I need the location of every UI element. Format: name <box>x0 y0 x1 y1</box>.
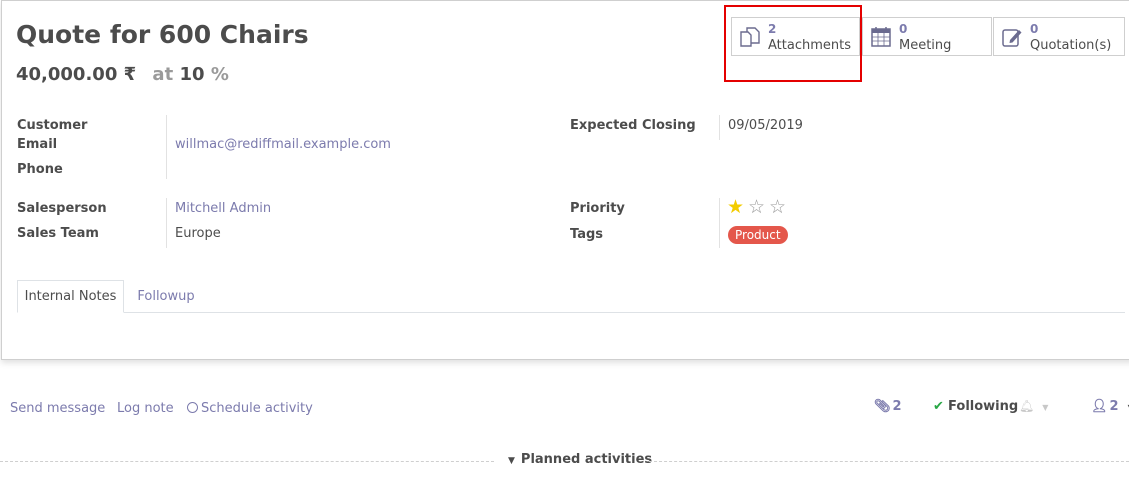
send-message-button[interactable]: Send message <box>10 401 105 416</box>
followers-button[interactable]: 👤︎2▼ <box>1091 399 1129 414</box>
revenue-amount: 40,000.00 ₹ <box>16 64 137 85</box>
meeting-count: 0 <box>899 22 908 36</box>
bell-icon: 🔔︎ <box>1019 399 1035 413</box>
attachment-counter-button[interactable]: 📎︎ 2 <box>874 399 902 414</box>
tab-followup[interactable]: Followup <box>126 280 206 313</box>
expected-closing-label: Expected Closing <box>570 118 696 133</box>
salesperson-value[interactable]: Mitchell Admin <box>175 201 271 216</box>
customer-label: Customer <box>17 118 88 133</box>
notification-bell-button[interactable]: 🔔︎ ▼ <box>1019 399 1048 413</box>
quotations-count: 0 <box>1030 22 1039 36</box>
schedule-activity-button[interactable]: Schedule activity <box>187 401 313 416</box>
field-divider <box>166 115 167 179</box>
caret-down-icon: ▼ <box>508 456 515 466</box>
following-button[interactable]: ✔ Following <box>933 399 1018 414</box>
check-icon: ✔ <box>933 399 944 414</box>
phone-label: Phone <box>17 162 63 177</box>
schedule-activity-label: Schedule activity <box>201 401 313 416</box>
tab-internal-notes[interactable]: Internal Notes <box>17 280 124 313</box>
planned-activities-label: Planned activities <box>520 452 653 467</box>
follower-count: 2 <box>1109 399 1119 414</box>
probability-value[interactable]: 10 <box>179 64 204 85</box>
page-title: Quote for 600 Chairs <box>16 20 309 49</box>
expected-revenue: 40,000.00 ₹ at 10 % <box>16 64 229 85</box>
following-label: Following <box>948 399 1019 414</box>
attachments-count: 2 <box>768 22 777 36</box>
field-divider <box>719 198 720 248</box>
meeting-button[interactable]: 0 Meeting <box>862 17 992 56</box>
log-note-button[interactable]: Log note <box>117 401 174 416</box>
attachments-label: Attachments <box>768 38 851 53</box>
field-divider <box>719 115 720 140</box>
meeting-label: Meeting <box>899 38 952 53</box>
calendar-icon <box>869 25 893 49</box>
percent-sign: % <box>210 64 229 85</box>
field-divider <box>166 198 167 248</box>
sales-team-value[interactable]: Europe <box>175 226 221 241</box>
quotations-button[interactable]: 0 Quotation(s) <box>993 17 1125 56</box>
divider-line <box>0 461 494 462</box>
priority-star-2-icon[interactable]: ☆ <box>748 198 765 217</box>
files-icon <box>738 25 762 49</box>
priority-label: Priority <box>570 201 625 216</box>
chevron-down-icon: ▼ <box>1042 403 1049 412</box>
tag-badge[interactable]: Product <box>728 226 788 244</box>
planned-activities-toggle[interactable]: ▼ Planned activities <box>508 452 652 467</box>
email-value[interactable]: willmac@rediffmail.example.com <box>175 137 391 152</box>
tags-label: Tags <box>570 227 604 242</box>
divider-line <box>649 461 1129 462</box>
sales-team-label: Sales Team <box>17 226 99 241</box>
attachment-counter: 2 <box>892 399 902 414</box>
clock-icon <box>187 402 198 413</box>
edit-icon <box>1000 25 1024 49</box>
salesperson-label: Salesperson <box>17 201 107 216</box>
attachments-button[interactable]: 2 Attachments <box>731 17 860 56</box>
paperclip-icon: 📎︎ <box>874 399 891 414</box>
at-label: at <box>152 64 174 85</box>
email-label: Email <box>17 137 58 152</box>
priority-star-1-icon[interactable]: ★ <box>727 198 744 217</box>
priority-star-3-icon[interactable]: ☆ <box>769 198 786 217</box>
user-icon: 👤︎ <box>1091 399 1108 414</box>
expected-closing-value[interactable]: 09/05/2019 <box>728 118 803 133</box>
quotations-label: Quotation(s) <box>1030 38 1112 53</box>
